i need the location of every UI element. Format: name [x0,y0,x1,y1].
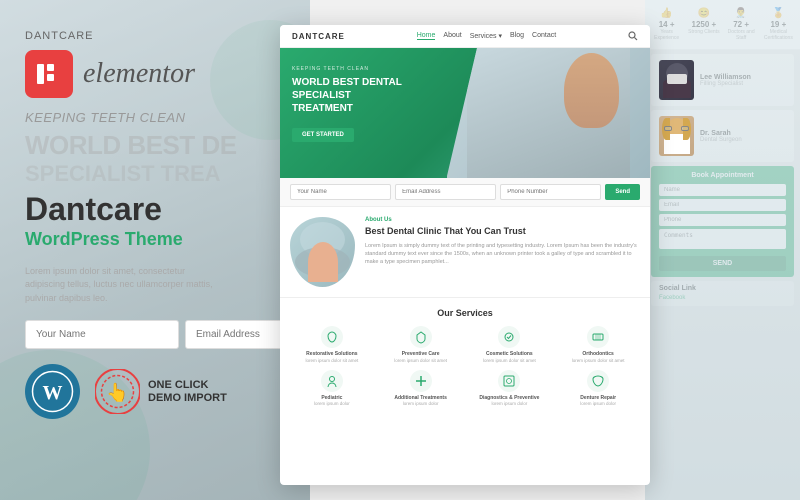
pediatric-icon [321,370,343,392]
nav-link-home[interactable]: Home [417,32,436,40]
wordpress-logo: W [25,364,80,419]
nav-link-services[interactable]: Services ▾ [470,32,502,40]
svg-text:👆: 👆 [106,382,128,403]
service-item-3: Cosmetic Solutions lorem ipsum dolor sit… [468,326,552,364]
service-item-5: Pediatric lorem ipsum dolor [290,370,374,408]
about-content: About Us Best Dental Clinic That You Can… [365,217,640,287]
nav-link-blog[interactable]: Blog [510,32,524,40]
service-item-4: Orthodontics lorem ipsum dolor sit amet [556,326,640,364]
service-desc-6: lorem ipsum dolor [379,401,463,407]
header-brand-name: DANTCARE [25,30,285,42]
service-item-1: Restorative Solutions lorem ipsum dolor … [290,326,374,364]
one-click-badge: 👆 ONE CLICK DEMO IMPORT [95,369,227,414]
cosmetic-icon [498,326,520,348]
service-item-7: Diagnostics & Preventive lorem ipsum dol… [468,370,552,408]
about-tag: About Us [365,217,640,223]
svg-text:W: W [43,382,63,404]
theme-description: Lorem ipsum dolor sit amet, consectetur … [25,265,225,306]
hero-tag: KEEPING TEETH CLEAN [292,66,638,72]
staff-avatar-1 [659,60,694,100]
hero-cta-button[interactable]: GET STARTED [292,128,354,142]
about-section: About Us Best Dental Clinic That You Can… [280,207,650,298]
service-desc-8: lorem ipsum dolor [556,401,640,407]
service-item-6: Additional Treatments lorem ipsum dolor [379,370,463,408]
website-preview: DANTCARE Home About Services ▾ Blog Cont… [280,25,650,485]
service-desc-3: lorem ipsum dolor sit amet [468,358,552,364]
mini-nav-links: Home About Services ▾ Blog Contact [417,32,556,40]
mini-navbar: DANTCARE Home About Services ▾ Blog Cont… [280,25,650,48]
form-row [25,320,285,349]
service-item-2: Preventive Care lorem ipsum dolor sit am… [379,326,463,364]
service-desc-2: lorem ipsum dolor sit amet [379,358,463,364]
hero-content: KEEPING TEETH CLEAN WORLD BEST DENTAL SP… [280,48,650,160]
orthodontics-icon [587,326,609,348]
service-desc-5: lorem ipsum dolor [290,401,374,407]
service-desc-4: lorem ipsum dolor sit amet [556,358,640,364]
your-name-input[interactable] [25,320,179,349]
mini-name-input[interactable] [290,184,391,200]
left-panel: DANTCARE elementor KEEPING TEETH CLEAN W… [0,0,310,500]
contact-form-row: Send [280,178,650,207]
headline-blur: WORLD BEST DE [25,131,285,160]
headline-blur-2: SPECIALIST TREA [25,162,285,186]
theme-tagline: KEEPING TEETH CLEAN [25,110,285,125]
search-icon [628,31,638,41]
services-section: Our Services Restorative Solutions lorem… [280,298,650,424]
right-panel: 👍 14 + Years Experience 😊 1250 + Strong … [645,0,800,500]
service-desc-7: lorem ipsum dolor [468,401,552,407]
additional-icon [410,370,432,392]
mini-phone-input[interactable] [500,184,601,200]
mini-email-input[interactable] [395,184,496,200]
denture-icon [587,370,609,392]
hero-title: WORLD BEST DENTAL SPECIALIST TREATMENT [292,76,412,115]
services-title: Our Services [290,308,640,318]
about-image [290,217,355,287]
about-text: Lorem Ipsum is simply dummy text of the … [365,242,640,267]
about-title: Best Dental Clinic That You Can Trust [365,226,640,238]
mini-hero-section: KEEPING TEETH CLEAN WORLD BEST DENTAL SP… [280,48,650,178]
elementor-badge: elementor [25,50,285,98]
theme-main-title: Dantcare [25,192,285,227]
services-grid: Restorative Solutions lorem ipsum dolor … [290,326,640,364]
one-click-demo-icon: 👆 [95,369,140,414]
mini-send-button[interactable]: Send [605,184,640,200]
mini-brand: DANTCARE [292,32,345,41]
nav-link-contact[interactable]: Contact [532,32,556,40]
mini-nav-icons [628,31,638,41]
services-grid-2: Pediatric lorem ipsum dolor Additional T… [290,370,640,408]
preventive-icon [410,326,432,348]
theme-subtitle: WordPress Theme [25,229,285,250]
bottom-logos: W 👆 ONE CLICK DEMO IMPORT [25,364,285,419]
elementor-label: elementor [83,58,195,90]
staff-avatar-2 [659,116,694,156]
diagnostics-icon [498,370,520,392]
service-item-8: Denture Repair lorem ipsum dolor [556,370,640,408]
elementor-icon [25,50,73,98]
one-click-label: ONE CLICK DEMO IMPORT [148,379,227,405]
nav-link-about[interactable]: About [443,32,461,40]
service-desc-1: lorem ipsum dolor sit amet [290,358,374,364]
restorative-icon [321,326,343,348]
